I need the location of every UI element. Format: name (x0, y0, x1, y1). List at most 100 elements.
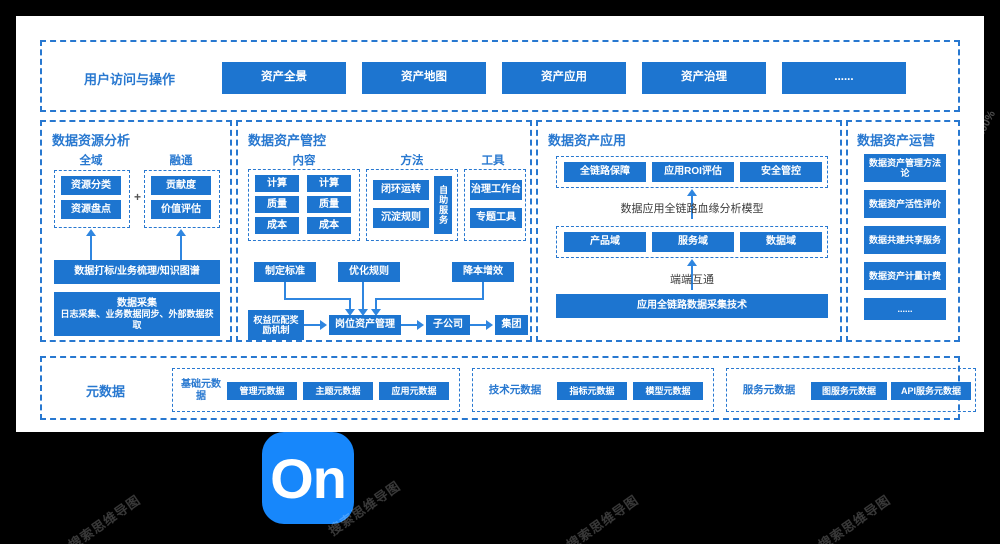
panel3-arrow-mid-head (687, 189, 697, 196)
panel2-col-title-2: 工具 (481, 155, 505, 167)
top-button-0[interactable]: 资产全景 (222, 62, 346, 94)
diagram-root: 用户访问与操作 资产全景 资产地图 资产应用 资产治理 ...... 数据资源分… (0, 0, 1000, 544)
panel2-conn-a-h (284, 298, 351, 300)
metadata-group-0: 基础元数据 管理元数据 主题元数据 应用元数据 (172, 368, 460, 412)
panel2-content-right-1[interactable]: 质量 (307, 196, 351, 213)
panel1-arrow-left-head (86, 229, 96, 236)
panel1-col-left-title: 全域 (79, 155, 103, 167)
panel1-fusion-group: 贡献度 价值评估 (144, 170, 220, 228)
panel3-base-bar[interactable]: 应用全链路数据采集技术 (556, 294, 828, 318)
panel2-conn-c-h (375, 298, 484, 300)
panel2-method-self-service[interactable]: 自助服务 (434, 176, 452, 234)
metadata-group-2-name: 服务元数据 (742, 384, 796, 396)
metadata-group-0-item-0[interactable]: 管理元数据 (227, 382, 297, 400)
panel2-conn-a-v1 (284, 282, 286, 298)
panel3-title: 数据资产应用 (548, 133, 627, 148)
panel2-method-item-0[interactable]: 闭环运转 (373, 180, 429, 200)
panel2-chain-line-1 (401, 324, 418, 326)
top-button-2[interactable]: 资产应用 (502, 62, 626, 94)
panel-user-access: 用户访问与操作 资产全景 资产地图 资产应用 资产治理 ...... (40, 40, 960, 112)
metadata-group-2: 服务元数据 图服务元数据 API服务元数据 (726, 368, 976, 412)
panel-asset-operation: 数据资产运营 数据资产管理方法论 数据资产活性评价 数据共建共享服务 数据资产计… (846, 120, 960, 342)
panel1-collection-detail: 日志采集、业务数据同步、外部数据获取 (60, 309, 214, 330)
panel-asset-control: 数据资产管控 内容 方法 工具 计算 质量 成本 计算 质量 成本 闭环运转 沉… (236, 120, 532, 342)
panel1-mid-bar[interactable]: 数据打标/业务梳理/知识图谱 (54, 260, 220, 284)
metadata-label: 元数据 (86, 384, 126, 399)
watermark-3: 搜索思维导图 (563, 492, 642, 544)
panel-data-resource-analysis: 数据资源分析 全域 融通 资源分类 资源盘点 + 贡献度 价值评估 数据打标/业… (40, 120, 232, 342)
panel3-top-item-0[interactable]: 全链路保障 (564, 162, 646, 182)
panel2-chain-head-1 (417, 320, 424, 330)
metadata-group-1-item-1[interactable]: 模型元数据 (633, 382, 703, 400)
panel-asset-application: 数据资产应用 全链路保障 应用ROI评估 安全管控 数据应用全链路血缘分析模型 … (536, 120, 842, 342)
watermark-4: 搜索思维导图 (815, 492, 894, 544)
panel3-arrow-low-head (687, 259, 697, 266)
panel3-lower-note: 端端互通 (670, 274, 714, 286)
panel3-top-item-2[interactable]: 安全管控 (740, 162, 822, 182)
panel2-flow-start[interactable]: 权益匹配奖励机制 (248, 310, 304, 340)
panel2-tool-item-1[interactable]: 专题工具 (470, 208, 522, 228)
panel1-left-item-0[interactable]: 资源分类 (61, 176, 121, 195)
panel3-domain-group: 产品域 服务域 数据域 (556, 226, 828, 258)
metadata-group-2-item-1[interactable]: API服务元数据 (891, 382, 971, 400)
metadata-group-1: 技术元数据 指标元数据 模型元数据 (472, 368, 714, 412)
panel3-mid-note: 数据应用全链路血缘分析模型 (620, 203, 764, 215)
panel1-right-item-1[interactable]: 价值评估 (151, 200, 211, 219)
panel2-conn-c-v1 (482, 282, 484, 298)
panel2-chain-1[interactable]: 子公司 (426, 315, 470, 335)
diagram-canvas: 用户访问与操作 资产全景 资产地图 资产应用 资产治理 ...... 数据资源分… (16, 16, 984, 432)
panel2-flow-top-2[interactable]: 降本增效 (452, 262, 514, 282)
panel4-title: 数据资产运营 (857, 133, 936, 148)
panel4-item-4[interactable]: ...... (864, 298, 946, 320)
metadata-group-2-item-0[interactable]: 图服务元数据 (811, 382, 887, 400)
panel2-content-right-0[interactable]: 计算 (307, 175, 351, 192)
panel2-content-right-2[interactable]: 成本 (307, 217, 351, 234)
panel2-chain-0[interactable]: 岗位资产管理 (329, 315, 401, 335)
panel2-method-item-1[interactable]: 沉淀规则 (373, 208, 429, 228)
panel1-arrow-left-stem (90, 236, 92, 260)
panel1-left-item-1[interactable]: 资源盘点 (61, 200, 121, 219)
panel2-conn-b-v (362, 282, 364, 310)
panel2-chain-line-2 (470, 324, 487, 326)
panel1-collection-box[interactable]: 数据采集 日志采集、业务数据同步、外部数据获取 (54, 292, 220, 336)
panel2-content-left-0[interactable]: 计算 (255, 175, 299, 192)
panel2-content-left-2[interactable]: 成本 (255, 217, 299, 234)
panel2-flow-top-1[interactable]: 优化规则 (338, 262, 400, 282)
panel1-arrow-right-head (176, 229, 186, 236)
panel2-col-title-0: 内容 (292, 155, 316, 167)
top-button-3[interactable]: 资产治理 (642, 62, 766, 94)
on-logo: On (262, 432, 354, 524)
panel3-domain-item-0[interactable]: 产品域 (564, 232, 646, 252)
panel2-tool-item-0[interactable]: 治理工作台 (470, 180, 522, 200)
top-button-4[interactable]: ...... (782, 62, 906, 94)
panel2-content-group: 计算 质量 成本 计算 质量 成本 (248, 169, 360, 241)
metadata-group-0-name: 基础元数据 (181, 379, 221, 402)
metadata-group-1-item-0[interactable]: 指标元数据 (557, 382, 627, 400)
panel3-top-group: 全链路保障 应用ROI评估 安全管控 (556, 156, 828, 188)
panel2-method-group: 闭环运转 沉淀规则 自助服务 (366, 169, 458, 241)
panel2-col-title-1: 方法 (400, 155, 424, 167)
metadata-group-0-item-2[interactable]: 应用元数据 (379, 382, 449, 400)
panel2-chain-2[interactable]: 集团 (495, 315, 528, 335)
panel1-right-item-0[interactable]: 贡献度 (151, 176, 211, 195)
panel4-item-1[interactable]: 数据资产活性评价 (864, 190, 946, 218)
watermark-1: 搜索思维导图 (65, 492, 144, 544)
panel2-content-left-1[interactable]: 质量 (255, 196, 299, 213)
panel1-global-group: 资源分类 资源盘点 (54, 170, 130, 228)
panel4-item-3[interactable]: 数据资产计量计费 (864, 262, 946, 290)
panel-metadata: 元数据 基础元数据 管理元数据 主题元数据 应用元数据 技术元数据 指标元数据 … (40, 356, 976, 420)
panel2-flow-top-0[interactable]: 制定标准 (254, 262, 316, 282)
metadata-group-0-item-1[interactable]: 主题元数据 (303, 382, 373, 400)
top-button-1[interactable]: 资产地图 (362, 62, 486, 94)
panel3-domain-item-1[interactable]: 服务域 (652, 232, 734, 252)
panel2-chain-line-0 (304, 324, 321, 326)
panel2-title: 数据资产管控 (248, 133, 327, 148)
panel1-title: 数据资源分析 (52, 133, 131, 148)
panel2-chain-head-0 (320, 320, 327, 330)
panel3-domain-item-2[interactable]: 数据域 (740, 232, 822, 252)
panel4-item-0[interactable]: 数据资产管理方法论 (864, 154, 946, 182)
panel2-chain-head-2 (486, 320, 493, 330)
panel3-top-item-1[interactable]: 应用ROI评估 (652, 162, 734, 182)
panel4-item-2[interactable]: 数据共建共享服务 (864, 226, 946, 254)
panel1-collection-title: 数据采集 (117, 297, 157, 309)
